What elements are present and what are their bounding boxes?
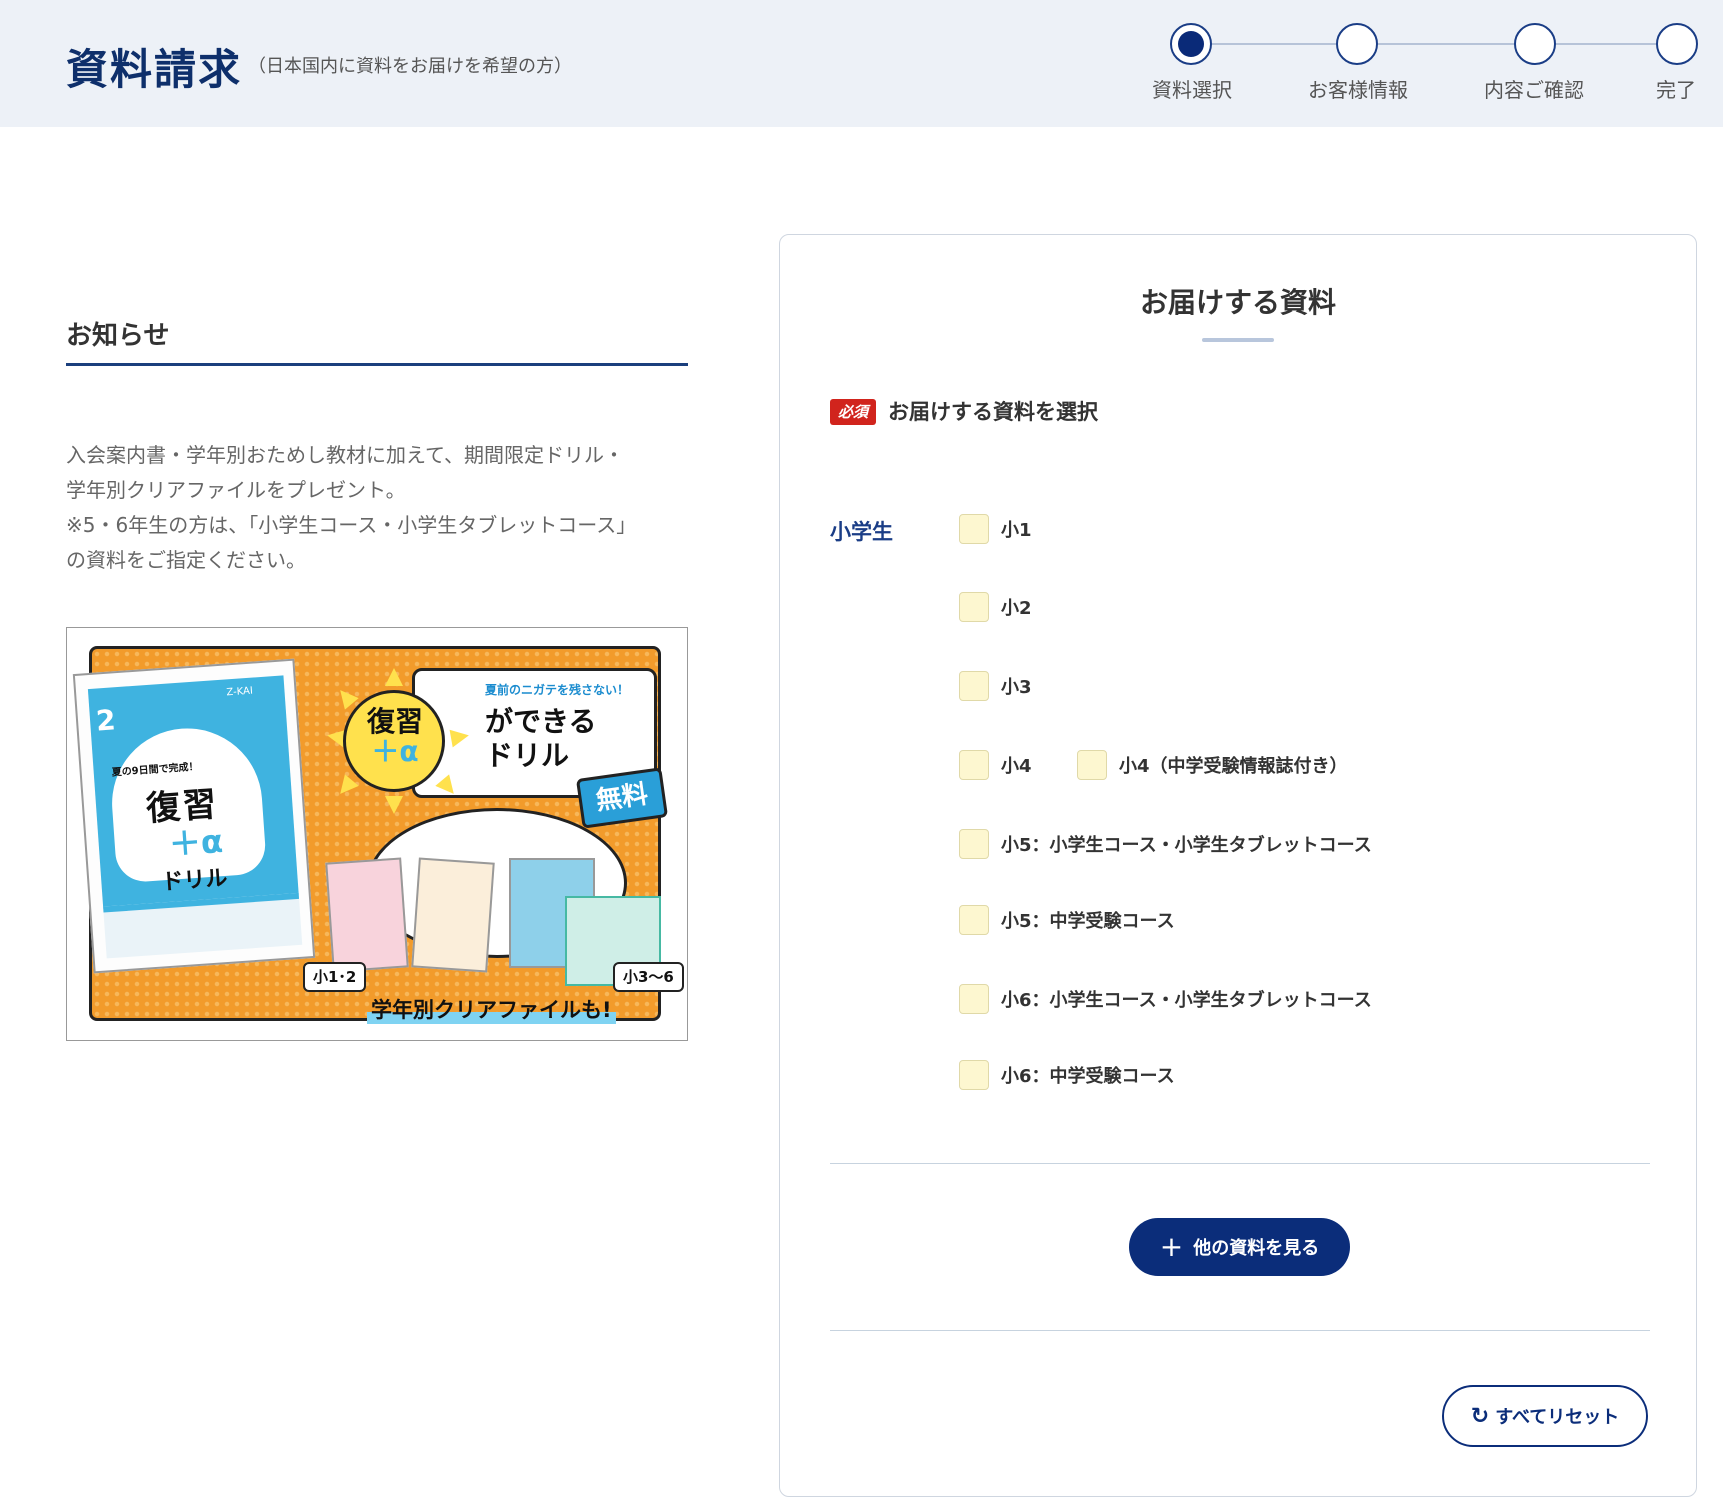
step-connector [1378,43,1514,45]
required-field-label: お届けする資料を選択 [888,400,1098,424]
panel-title-underline [1202,338,1274,342]
option-grade6-exam[interactable]: 小6：中学受験コース [959,1060,1175,1090]
group-label-elementary: 小学生 [830,520,893,544]
option-label: 小6：小学生コース・小学生タブレットコース [1001,990,1372,1011]
news-heading: お知らせ [66,321,170,351]
checkbox[interactable] [959,905,989,935]
option-label: 小3 [1001,677,1032,698]
sun-ray [385,796,403,814]
required-badge: 必須 [830,399,876,425]
drill-book-illustration: 2 Z-KAI 夏の9日間で完成！ 復習 ＋α ドリル [72,658,316,974]
option-label: 小1 [1001,520,1032,541]
panel-title: お届けする資料 [1139,286,1336,319]
option-grade1[interactable]: 小1 [959,514,1032,544]
grade-tag-upper: 小3～6 [613,962,684,992]
reset-label: すべてリセット [1495,1407,1620,1428]
checkbox[interactable] [959,984,989,1014]
reset-all-button[interactable]: ↻ すべてリセット [1442,1385,1648,1447]
step-4-indicator [1656,23,1698,65]
promo-caption: 学年別クリアファイルも! [367,994,616,1024]
see-more-label: 他の資料を見る [1193,1238,1320,1259]
news-line: 入会案内書・学年別おためし教材に加えて、期間限定ドリル・ [66,443,624,467]
option-grade6-standard[interactable]: 小6：小学生コース・小学生タブレットコース [959,984,1372,1014]
page-header: 資料請求 （日本国内に資料をお届けを希望の方） 資料選択 お客様情報 内容ご確認… [0,0,1723,127]
option-grade5-standard[interactable]: 小5：小学生コース・小学生タブレットコース [959,829,1372,859]
materials-panel: お届けする資料 必須 お届けする資料を選択 小学生 小1 小2 小3 小4 小4… [779,234,1697,1497]
option-grade4[interactable]: 小4 [959,750,1032,780]
divider [830,1330,1650,1331]
book-alpha: ＋α [167,822,225,864]
sun-ray [449,726,471,748]
clear-file-illustration [325,857,409,973]
option-label: 小5：中学受験コース [1001,911,1175,932]
plus-icon: + [1159,1230,1184,1263]
step-2-indicator [1336,23,1378,65]
refresh-icon: ↻ [1470,1403,1490,1429]
news-line: ※5・6年生の方は、「小学生コース・小学生タブレットコース」 [66,513,637,537]
promo-banner-tagline: 夏前のニガテを残さない！ [485,683,630,697]
news-line: 学年別クリアファイルをプレゼント。 [66,478,406,502]
clear-file-illustration [411,857,495,973]
option-grade3[interactable]: 小3 [959,671,1032,701]
step-connector [1212,43,1336,45]
news-line: の資料をご指定ください。 [66,548,306,572]
step-1-indicator [1170,23,1212,65]
option-label: 小2 [1001,598,1032,619]
book-drill: ドリル [160,865,229,896]
step-2-label: お客様情報 [1308,78,1408,102]
checkbox[interactable] [959,1060,989,1090]
step-1-label: 資料選択 [1152,78,1232,102]
option-label: 小5：小学生コース・小学生タブレットコース [1001,835,1372,856]
checkbox[interactable] [959,514,989,544]
checkbox[interactable] [959,592,989,622]
option-label: 小4（中学受験情報誌付き） [1119,756,1348,777]
sun-alpha: ＋α [371,735,419,768]
book-grade: 2 [94,703,117,738]
promo-banner-line1: ができる [485,705,597,738]
step-3-label: 内容ご確認 [1484,78,1584,102]
news-heading-underline [66,363,688,366]
checkbox[interactable] [959,750,989,780]
news-body: 入会案内書・学年別おためし教材に加えて、期間限定ドリル・ 学年別クリアファイルを… [66,438,696,578]
checkbox[interactable] [959,829,989,859]
divider [830,1163,1650,1164]
option-label: 小4 [1001,756,1032,777]
sun-illustration: 復習 ＋α [343,690,445,792]
step-3-indicator [1514,23,1556,65]
progress-steps: 資料選択 お客様情報 内容ご確認 完了 [0,0,1723,127]
grade-tag-lower: 小1･2 [303,962,367,992]
see-more-materials-button[interactable]: + 他の資料を見る [1129,1218,1350,1276]
checkbox[interactable] [1077,750,1107,780]
option-label: 小6：中学受験コース [1001,1066,1175,1087]
sun-text: 復習 [366,705,423,738]
option-grade2[interactable]: 小2 [959,592,1032,622]
step-connector [1556,43,1658,45]
step-4-label: 完了 [1656,78,1696,102]
checkbox[interactable] [959,671,989,701]
promo-banner-line2: ドリル [485,739,570,772]
option-grade5-exam[interactable]: 小5：中学受験コース [959,905,1175,935]
promo-banner-image: 2 Z-KAI 夏の9日間で完成！ 復習 ＋α ドリル 夏前のニガテを残さない！… [66,627,688,1041]
book-brand: Z-KAI [226,685,254,699]
sun-ray [385,668,403,686]
option-grade4-exam-info[interactable]: 小4（中学受験情報誌付き） [1077,750,1348,780]
